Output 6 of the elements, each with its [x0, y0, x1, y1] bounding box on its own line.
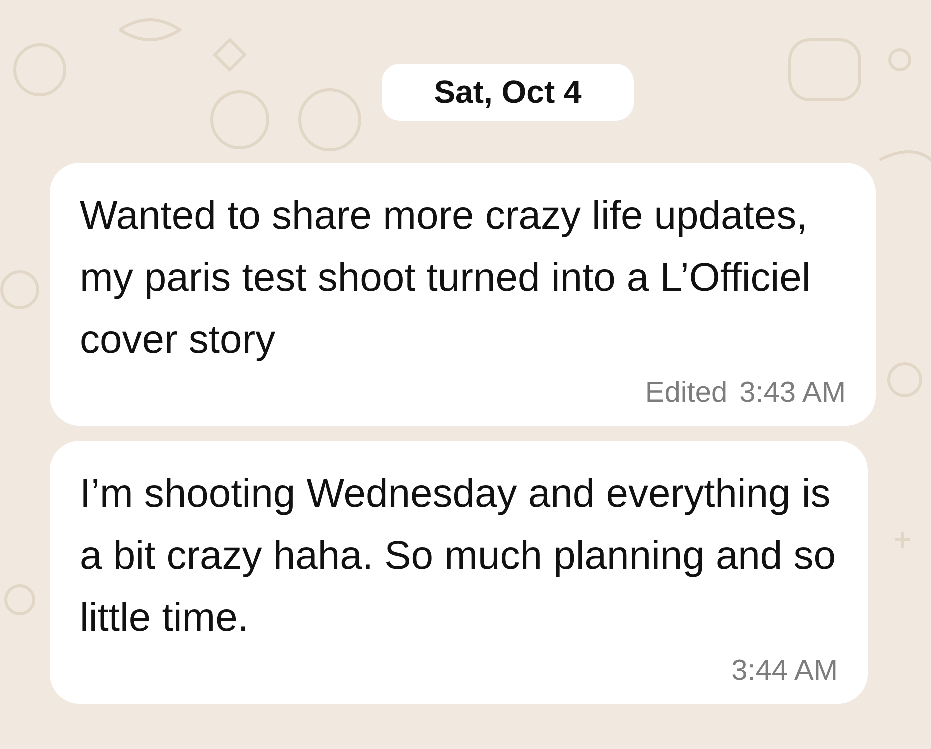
message-time: 3:44 AM — [732, 655, 838, 688]
date-label: Sat, Oct 4 — [382, 64, 634, 121]
message-text: I’m shooting Wednesday and everything is a bit crazy haha. So much planning and so little time. — [80, 471, 838, 642]
message-text: Wanted to share more crazy life updates, my paris test shoot turned into a L’Officiel cover story — [80, 193, 812, 364]
edited-label: Edited — [645, 377, 728, 410]
message-time: 3:43 AM — [740, 377, 846, 410]
